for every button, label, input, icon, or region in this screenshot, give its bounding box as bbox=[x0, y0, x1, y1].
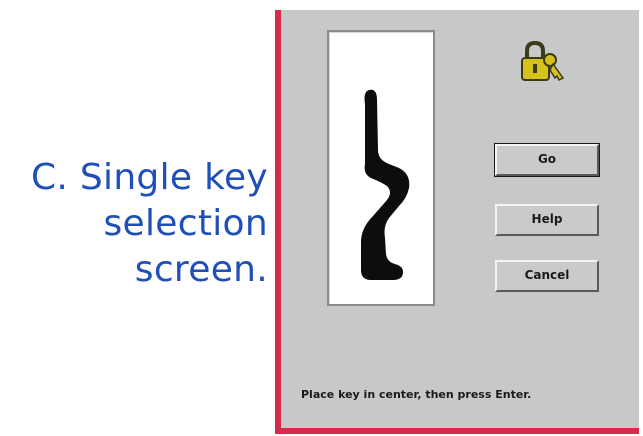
padlock-with-key-icon bbox=[517, 38, 567, 88]
caption-line-1: C. Single key bbox=[30, 157, 268, 198]
caption-line-3: screen. bbox=[134, 249, 268, 290]
caption-line-2: selection bbox=[103, 203, 268, 244]
key-preview-panel bbox=[327, 30, 435, 306]
go-button[interactable]: Go bbox=[494, 143, 600, 177]
help-button[interactable]: Help bbox=[495, 204, 599, 236]
key-silhouette-image bbox=[361, 89, 410, 280]
cancel-button[interactable]: Cancel bbox=[495, 260, 599, 292]
status-instruction-text: Place key in center, then press Enter. bbox=[301, 388, 532, 401]
key-shape bbox=[361, 89, 410, 280]
key-selection-dialog: Go Help Cancel Place key in center, then… bbox=[275, 10, 639, 434]
figure-caption: C. Single key selection screen. bbox=[0, 155, 268, 293]
